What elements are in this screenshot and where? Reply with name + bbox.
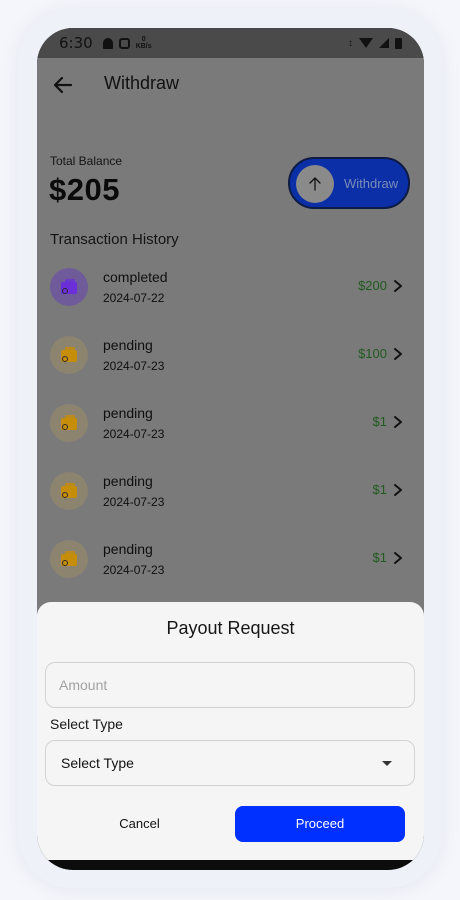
wifi-icon	[359, 38, 373, 48]
cancel-button[interactable]: Cancel	[77, 806, 202, 842]
chevron-right-icon	[394, 484, 402, 496]
amount-input[interactable]	[45, 662, 415, 708]
payout-request-sheet: Payout Request Select Type Select Type C…	[37, 602, 424, 870]
transaction-amount: $1	[372, 482, 387, 497]
status-icons-left: 0 KB/s	[102, 36, 152, 50]
chevron-right-icon	[394, 280, 402, 292]
transaction-row[interactable]: pending 2024-07-23 $1	[37, 403, 424, 463]
proceed-button[interactable]: Proceed	[235, 806, 405, 842]
withdraw-button[interactable]: Withdraw	[288, 157, 410, 209]
notification-bell-icon	[102, 37, 113, 49]
caret-down-icon	[382, 761, 392, 766]
transaction-amount: $1	[372, 550, 387, 565]
wallet-icon	[50, 540, 88, 578]
transaction-status: pending	[103, 405, 153, 421]
payout-request-title: Payout Request	[166, 618, 295, 638]
chevron-right-icon	[394, 416, 402, 428]
select-type-dropdown[interactable]: Select Type	[45, 740, 415, 786]
wallet-icon	[50, 268, 88, 306]
transaction-date: 2024-07-23	[103, 495, 165, 509]
status-time: 6:30	[59, 34, 93, 52]
withdraw-icon-circle	[296, 165, 334, 203]
transaction-row[interactable]: completed 2024-07-22 $200	[37, 267, 424, 327]
transaction-amount: $1	[372, 414, 387, 429]
transaction-row[interactable]: pending 2024-07-23 $100	[37, 335, 424, 395]
transaction-amount: $200	[358, 278, 387, 293]
app-bar: Withdraw	[37, 58, 424, 112]
battery-icon	[395, 37, 402, 49]
arrow-left-icon[interactable]	[51, 73, 75, 97]
total-balance-label: Total Balance	[50, 154, 123, 168]
wallet-icon	[50, 404, 88, 442]
chevron-right-icon	[394, 348, 402, 360]
wallet-icon	[50, 336, 88, 374]
status-icons-right: ↕	[348, 37, 402, 49]
status-bar: 6:30 0 KB/s ↕	[37, 28, 424, 58]
withdraw-button-label: Withdraw	[344, 176, 399, 191]
wallet-icon	[50, 472, 88, 510]
arrow-up-icon	[309, 177, 321, 191]
transaction-status: completed	[103, 269, 168, 285]
vibrate-icon: ↕	[348, 37, 353, 49]
select-type-value: Select Type	[61, 755, 134, 771]
gesture-bar	[37, 860, 424, 870]
transaction-date: 2024-07-23	[103, 563, 165, 577]
transaction-date: 2024-07-22	[103, 291, 165, 305]
transaction-status: pending	[103, 473, 153, 489]
network-speed: 0 KB/s	[135, 36, 152, 50]
transaction-status: pending	[103, 541, 153, 557]
transaction-history-title: Transaction History	[50, 231, 179, 248]
transaction-row[interactable]: pending 2024-07-23 $1	[37, 471, 424, 531]
instagram-icon	[118, 37, 130, 49]
select-type-label: Select Type	[50, 716, 123, 732]
transaction-row[interactable]: pending 2024-07-23 $1	[37, 539, 424, 599]
total-balance-value: $205	[49, 172, 120, 207]
chevron-right-icon	[394, 552, 402, 564]
signal-icon	[379, 38, 389, 48]
transaction-date: 2024-07-23	[103, 359, 165, 373]
transaction-date: 2024-07-23	[103, 427, 165, 441]
transaction-status: pending	[103, 337, 153, 353]
page-title: Withdraw	[104, 73, 180, 93]
transaction-amount: $100	[358, 346, 387, 361]
phone-screen: 6:30 0 KB/s ↕ Withdraw Total Balance $205	[37, 28, 424, 870]
